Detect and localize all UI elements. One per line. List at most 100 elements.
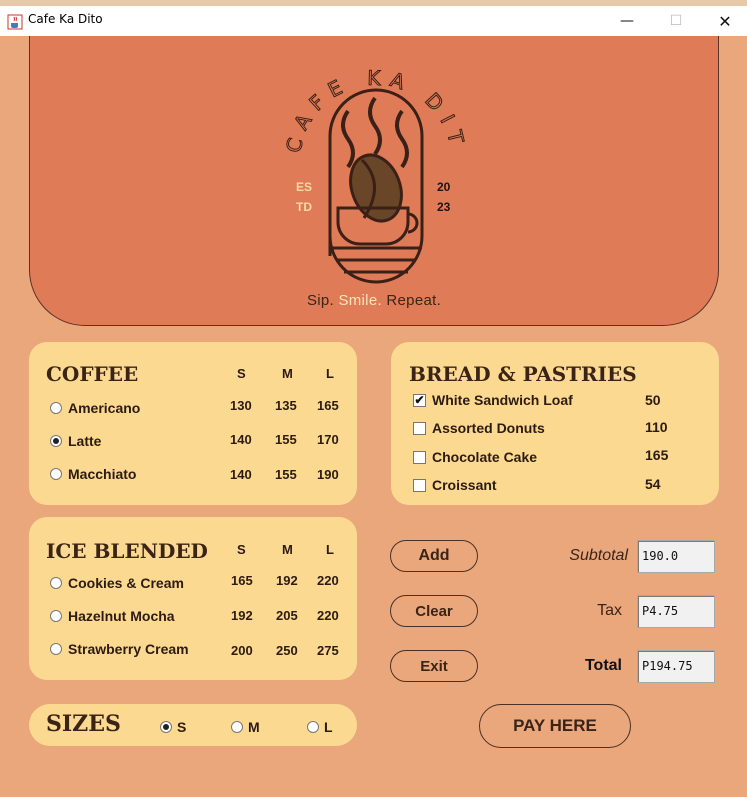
coffee-item-label: Latte bbox=[68, 433, 102, 449]
coffee-size-m-header: M bbox=[282, 366, 293, 381]
java-cup-icon bbox=[7, 14, 23, 30]
cafe-logo: CAFE KA DITO bbox=[30, 36, 462, 284]
bread-price: 50 bbox=[645, 392, 661, 408]
exit-button[interactable]: Exit bbox=[390, 650, 478, 682]
coffee-price: 135 bbox=[275, 398, 297, 413]
bread-item-label: Chocolate Cake bbox=[432, 449, 538, 465]
subtotal-label: Subtotal bbox=[569, 547, 628, 564]
clear-button[interactable]: Clear bbox=[390, 595, 478, 627]
bread-price: 110 bbox=[645, 419, 668, 435]
tagline-sip: Sip. bbox=[306, 292, 339, 309]
logo-year-top: 20 bbox=[437, 180, 451, 194]
size-label: S bbox=[177, 719, 187, 735]
checkbox[interactable] bbox=[413, 421, 426, 435]
coffee-option-americano[interactable]: Americano bbox=[50, 400, 140, 416]
ice-blended-heading: ICE BLENDED bbox=[46, 539, 208, 563]
ice-price: 200 bbox=[231, 643, 253, 658]
ice-option-hazelnut-mocha[interactable]: Hazelnut Mocha bbox=[50, 608, 175, 624]
ice-price: 165 bbox=[231, 573, 253, 588]
coffee-price: 130 bbox=[230, 398, 252, 413]
title-bar: Cafe Ka Dito — ☐ ✕ bbox=[0, 0, 747, 36]
logo-est-left-top: ES bbox=[296, 180, 313, 194]
checkbox-checked[interactable]: ✔ bbox=[413, 393, 426, 407]
tax-label: Tax bbox=[597, 602, 622, 619]
bread-option-white-sandwich-loaf[interactable]: ✔ White Sandwich Loaf bbox=[413, 392, 573, 408]
total-label: Total bbox=[584, 657, 622, 674]
minimize-button[interactable]: — bbox=[604, 6, 650, 36]
coffee-heading: COFFEE bbox=[46, 362, 139, 386]
size-option-s[interactable]: S bbox=[160, 719, 186, 735]
ice-option-strawberry-cream[interactable]: Strawberry Cream bbox=[50, 641, 189, 657]
total-field[interactable]: P194.75 bbox=[637, 650, 715, 683]
radio-button[interactable] bbox=[50, 402, 62, 414]
size-option-m[interactable]: M bbox=[231, 719, 260, 735]
ice-price: 220 bbox=[317, 608, 339, 623]
ice-item-label: Hazelnut Mocha bbox=[68, 608, 175, 624]
ice-size-m-header: M bbox=[282, 542, 293, 557]
radio-button[interactable] bbox=[50, 577, 62, 589]
size-label: L bbox=[324, 719, 333, 735]
bread-option-chocolate-cake[interactable]: Chocolate Cake bbox=[413, 449, 537, 465]
coffee-price: 165 bbox=[317, 398, 339, 413]
logo-arc-text: CAFE KA DITO bbox=[30, 36, 462, 155]
radio-button-selected[interactable] bbox=[50, 435, 62, 447]
coffee-item-label: Macchiato bbox=[68, 466, 137, 482]
radio-button[interactable] bbox=[307, 721, 319, 733]
bread-heading: BREAD & PASTRIES bbox=[409, 362, 637, 386]
ice-size-l-header: L bbox=[326, 542, 334, 557]
radio-button[interactable] bbox=[50, 468, 62, 480]
pay-here-button[interactable]: PAY HERE bbox=[479, 704, 631, 748]
ice-price: 192 bbox=[231, 608, 253, 623]
tax-field[interactable]: P4.75 bbox=[637, 595, 715, 628]
coffee-size-l-header: L bbox=[326, 366, 334, 381]
tagline-smile: Smile. bbox=[338, 292, 382, 309]
checkbox[interactable] bbox=[413, 450, 426, 464]
bread-item-label: White Sandwich Loaf bbox=[432, 392, 573, 408]
coffee-price: 155 bbox=[275, 432, 297, 447]
coffee-option-latte[interactable]: Latte bbox=[50, 433, 101, 449]
logo-est-left-bottom: TD bbox=[296, 200, 312, 214]
bread-price: 54 bbox=[645, 476, 661, 492]
bread-panel: BREAD & PASTRIES ✔ White Sandwich Loaf 5… bbox=[391, 342, 719, 505]
ice-option-cookies-cream[interactable]: Cookies & Cream bbox=[50, 575, 184, 591]
ice-size-s-header: S bbox=[237, 542, 246, 557]
coffee-panel: COFFEE S M L Americano 130 135 165 Latte… bbox=[29, 342, 357, 505]
tagline-repeat: Repeat. bbox=[381, 292, 442, 309]
ice-price: 250 bbox=[276, 643, 298, 658]
bread-price: 165 bbox=[645, 447, 669, 463]
app-window: Cafe Ka Dito — ☐ ✕ CAFE KA DITO bbox=[0, 0, 747, 797]
bread-option-assorted-donuts[interactable]: Assorted Donuts bbox=[413, 420, 545, 436]
size-label: M bbox=[248, 719, 260, 735]
radio-button[interactable] bbox=[50, 610, 62, 622]
coffee-size-s-header: S bbox=[237, 366, 246, 381]
radio-button[interactable] bbox=[50, 643, 62, 655]
coffee-option-macchiato[interactable]: Macchiato bbox=[50, 466, 136, 482]
tagline: Sip. Smile. Repeat. bbox=[30, 292, 718, 309]
radio-button[interactable] bbox=[231, 721, 243, 733]
hero-banner: CAFE KA DITO ES TD 20 23 Sip. Smile. Rep… bbox=[29, 36, 719, 326]
sizes-heading: SIZES bbox=[46, 711, 121, 737]
logo-year-bottom: 23 bbox=[437, 200, 451, 214]
ice-price: 275 bbox=[317, 643, 339, 658]
coffee-price: 140 bbox=[230, 432, 252, 447]
radio-button-selected[interactable] bbox=[160, 721, 172, 733]
coffee-price: 140 bbox=[230, 467, 252, 482]
checkbox[interactable] bbox=[413, 478, 426, 492]
ice-blended-panel: ICE BLENDED S M L Cookies & Cream 165 19… bbox=[29, 517, 357, 680]
maximize-button[interactable]: ☐ bbox=[653, 6, 699, 36]
coffee-price: 190 bbox=[317, 467, 339, 482]
ice-price: 220 bbox=[317, 573, 339, 588]
ice-price: 205 bbox=[276, 608, 298, 623]
ice-item-label: Cookies & Cream bbox=[68, 575, 184, 591]
bread-item-label: Croissant bbox=[432, 477, 497, 493]
add-button[interactable]: Add bbox=[390, 540, 478, 572]
subtotal-field[interactable]: 190.0 bbox=[637, 540, 715, 573]
coffee-item-label: Americano bbox=[68, 400, 141, 416]
close-button[interactable]: ✕ bbox=[702, 6, 747, 36]
coffee-price: 155 bbox=[275, 467, 297, 482]
ice-item-label: Strawberry Cream bbox=[68, 641, 189, 657]
size-option-l[interactable]: L bbox=[307, 719, 333, 735]
coffee-price: 170 bbox=[317, 432, 339, 447]
bread-item-label: Assorted Donuts bbox=[432, 420, 545, 436]
bread-option-croissant[interactable]: Croissant bbox=[413, 477, 497, 493]
